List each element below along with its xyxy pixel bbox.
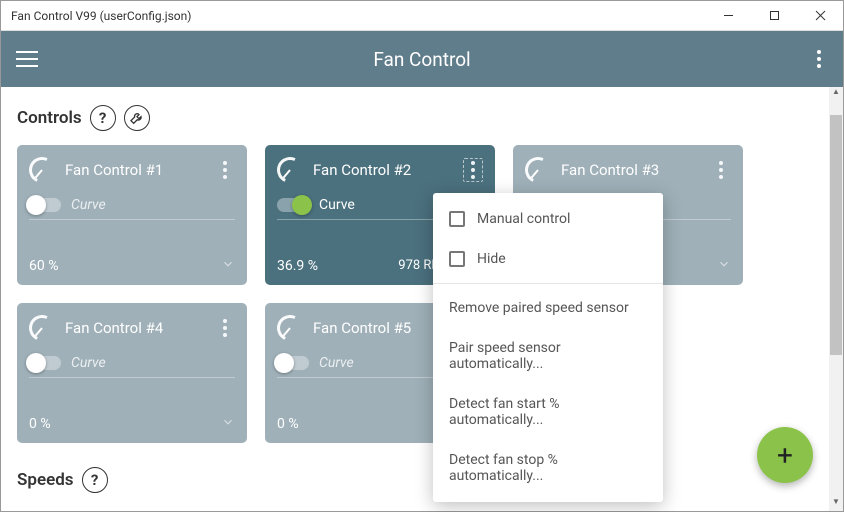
control-card-menu-button[interactable] <box>463 158 483 182</box>
add-fab-button[interactable]: + <box>757 427 813 483</box>
content-area: Controls ? Fan Control #1 Curve 60 % <box>1 87 843 511</box>
window-title: Fan Control V99 (userConfig.json) <box>11 9 705 23</box>
scroll-thumb[interactable] <box>830 115 842 355</box>
manual-switch[interactable] <box>277 356 309 370</box>
curve-label[interactable]: Curve <box>71 197 235 213</box>
control-card-menu-button[interactable] <box>215 316 235 340</box>
speeds-title: Speeds <box>17 470 74 490</box>
menu-divider <box>433 283 663 284</box>
control-card-title[interactable]: Fan Control #3 <box>561 161 701 179</box>
percent-value: 0 % <box>277 416 299 432</box>
app-more-button[interactable] <box>807 47 831 71</box>
window-maximize-button[interactable] <box>751 1 797 31</box>
menu-item-label: Detect fan start % automatically... <box>449 396 647 428</box>
menu-item-label: Hide <box>477 251 506 267</box>
control-card-title[interactable]: Fan Control #2 <box>313 161 453 179</box>
percent-value: 36.9 % <box>277 258 318 274</box>
expand-icon[interactable] <box>717 256 731 275</box>
menu-item-label: Detect fan stop % automatically... <box>449 452 647 484</box>
manual-switch[interactable] <box>29 356 61 370</box>
menu-item-label: Remove paired speed sensor <box>449 300 629 316</box>
gauge-icon <box>29 315 55 341</box>
menu-item-label: Pair speed sensor automatically... <box>449 340 647 372</box>
menu-hide[interactable]: Hide <box>433 239 663 279</box>
percent-value: 0 % <box>29 416 51 432</box>
gauge-icon <box>277 315 303 341</box>
control-card-menu-button[interactable] <box>215 158 235 182</box>
menu-item-label: Manual control <box>477 211 570 227</box>
window-minimize-button[interactable] <box>705 1 751 31</box>
menu-detect-stop[interactable]: Detect fan stop % automatically... <box>433 440 663 496</box>
menu-manual-control[interactable]: Manual control <box>433 199 663 239</box>
control-card: Fan Control #4 Curve 0 % <box>17 303 247 443</box>
controls-section-header: Controls ? <box>17 105 827 131</box>
control-card: Fan Control #1 Curve 60 % <box>17 145 247 285</box>
gauge-icon <box>29 157 55 183</box>
percent-value: 60 % <box>29 258 58 274</box>
controls-title: Controls <box>17 108 82 128</box>
control-context-menu: Manual control Hide Remove paired speed … <box>433 193 663 502</box>
speeds-section-header: Speeds ? <box>17 467 827 493</box>
menu-hamburger-button[interactable] <box>13 45 41 73</box>
checkbox-icon <box>449 251 465 267</box>
menu-remove-sensor[interactable]: Remove paired speed sensor <box>433 288 663 328</box>
window-close-button[interactable] <box>797 1 843 31</box>
controls-settings-button[interactable] <box>124 105 150 131</box>
control-card-title[interactable]: Fan Control #1 <box>65 161 205 179</box>
manual-switch[interactable] <box>277 198 309 212</box>
control-card-menu-button[interactable] <box>711 158 731 182</box>
speeds-help-button[interactable]: ? <box>82 467 108 493</box>
scrollbar[interactable]: ▲ ▼ <box>829 87 843 511</box>
menu-pair-auto[interactable]: Pair speed sensor automatically... <box>433 328 663 384</box>
controls-help-button[interactable]: ? <box>90 105 116 131</box>
controls-grid: Fan Control #1 Curve 60 % Fan Control #2… <box>17 145 827 443</box>
checkbox-icon <box>449 211 465 227</box>
curve-label[interactable]: Curve <box>71 355 235 371</box>
plus-icon: + <box>777 439 793 472</box>
gauge-icon <box>277 157 303 183</box>
scroll-up-icon[interactable]: ▲ <box>829 87 843 101</box>
expand-icon[interactable] <box>221 414 235 433</box>
scroll-down-icon[interactable]: ▼ <box>829 497 843 511</box>
app-bar: Fan Control <box>1 31 843 87</box>
manual-switch[interactable] <box>29 198 61 212</box>
app-title: Fan Control <box>1 48 843 71</box>
expand-icon[interactable] <box>221 256 235 275</box>
window-titlebar: Fan Control V99 (userConfig.json) <box>1 1 843 31</box>
control-card-title[interactable]: Fan Control #5 <box>313 319 453 337</box>
control-card-title[interactable]: Fan Control #4 <box>65 319 205 337</box>
gauge-icon <box>525 157 551 183</box>
menu-detect-start[interactable]: Detect fan start % automatically... <box>433 384 663 440</box>
